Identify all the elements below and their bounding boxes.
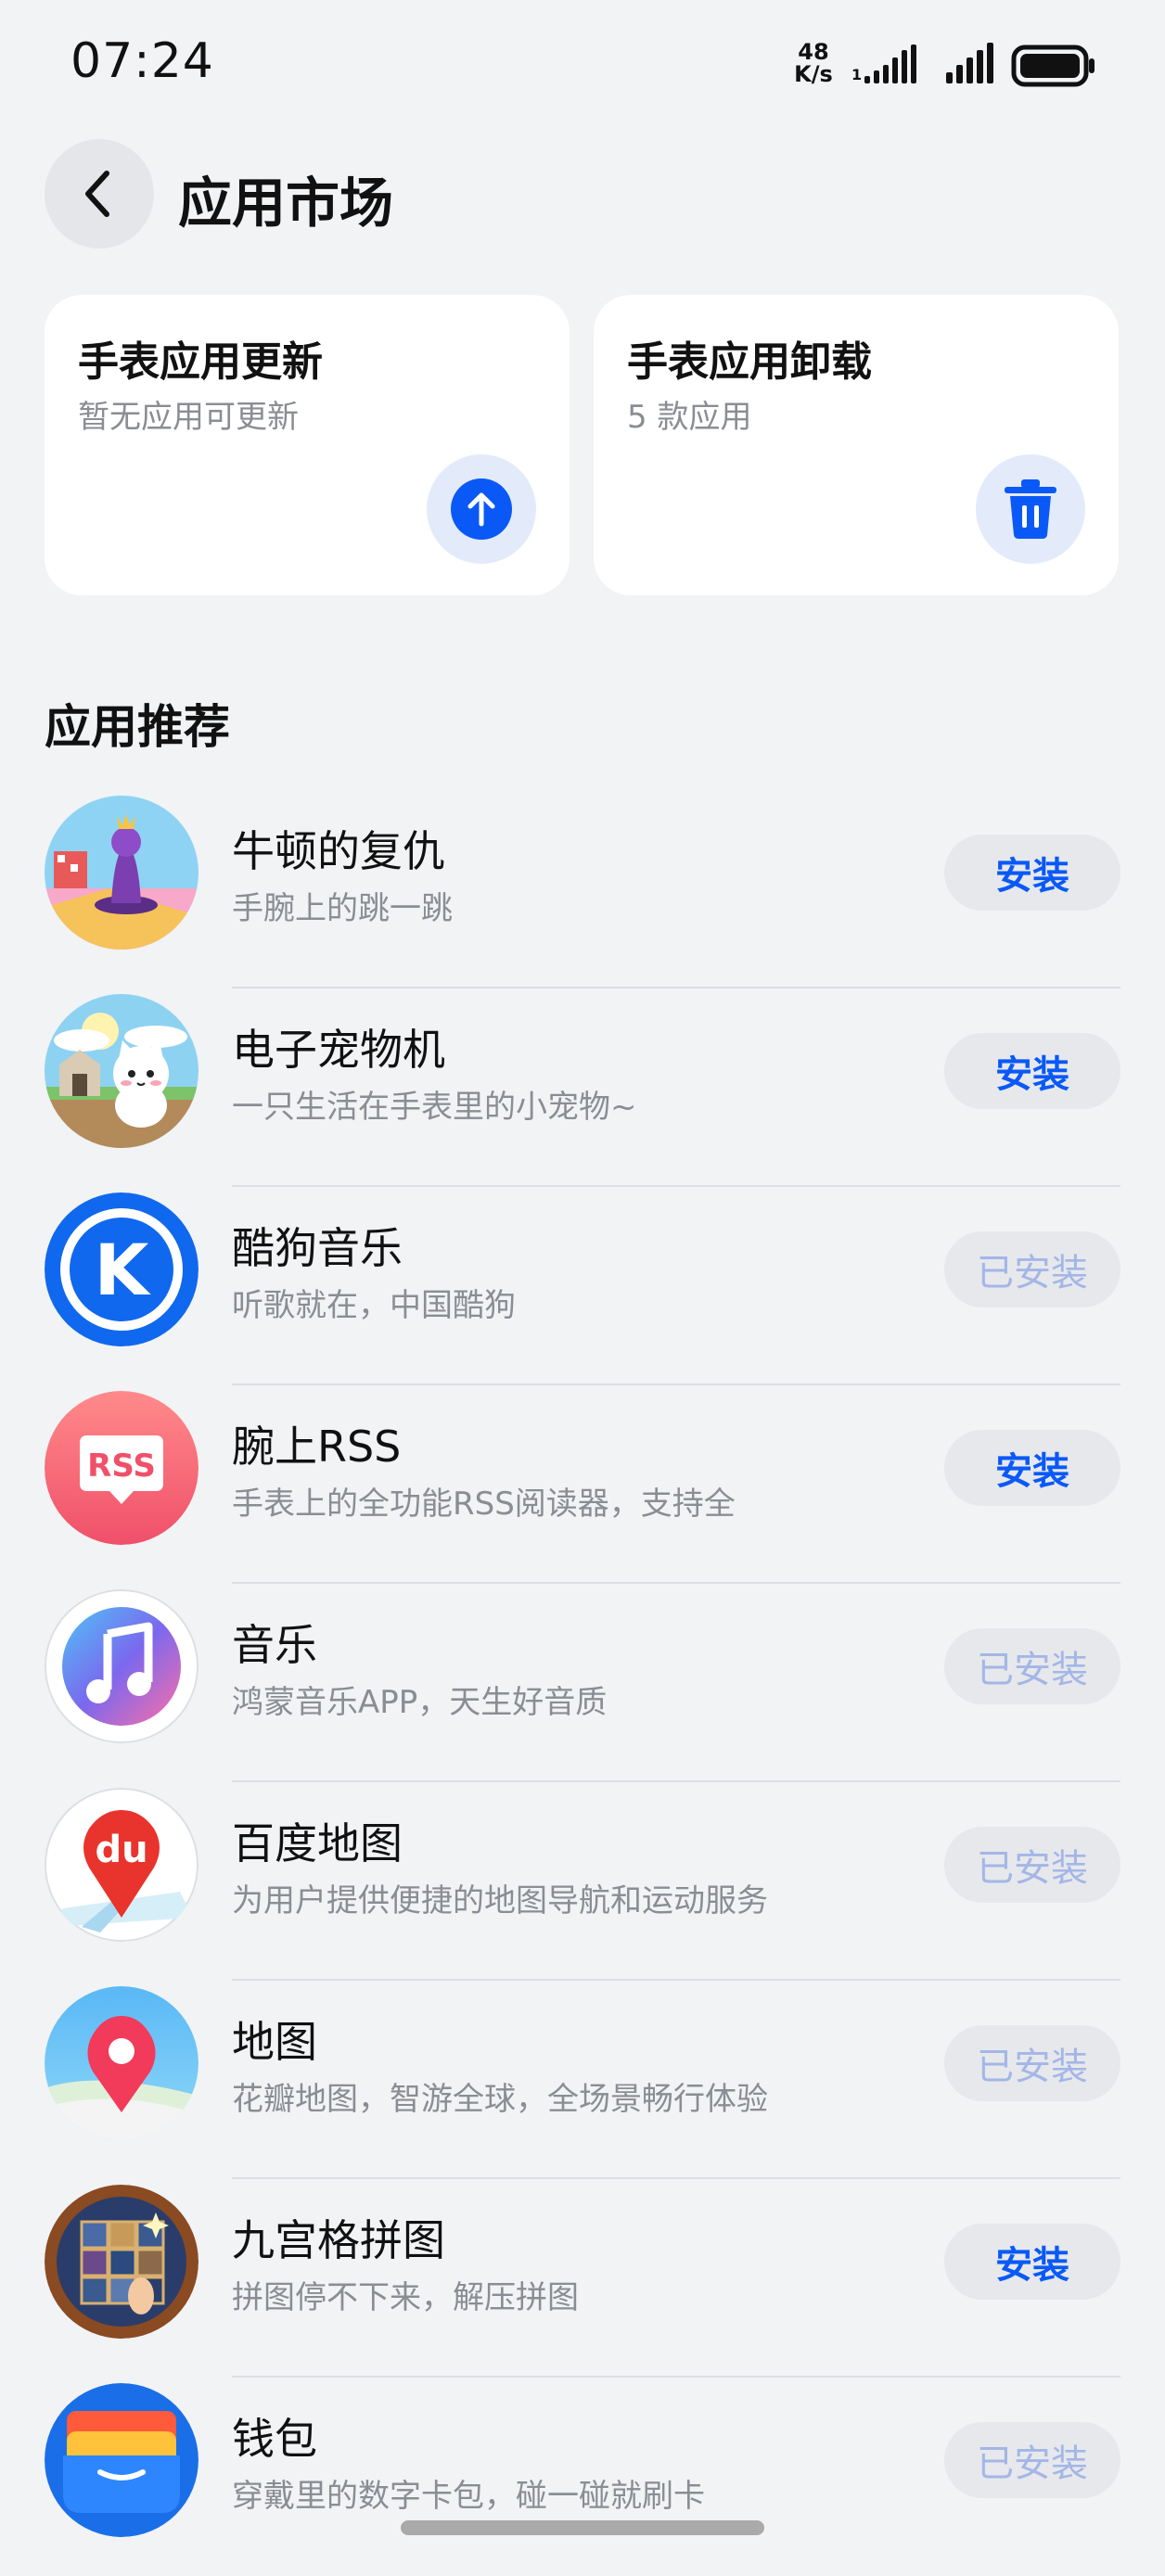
- uninstall-button[interactable]: [976, 454, 1085, 564]
- network-speed-value: 48: [798, 39, 829, 65]
- trash-icon: [1005, 479, 1056, 539]
- installed-button[interactable]: 已安装: [944, 2025, 1120, 2101]
- recommended-app-list: 牛顿的复仇 手腕上的跳一跳 安装 电子宠物机 一只生活在手表里的小宠物~ 安装 …: [0, 790, 1165, 2576]
- section-title-recommended: 应用推荐: [45, 700, 230, 754]
- page-title: 应用市场: [178, 172, 394, 235]
- list-item[interactable]: RSS 腕上RSS 手表上的全功能RSS阅读器，支持全 安装: [0, 1385, 1165, 1584]
- install-button[interactable]: 安装: [944, 1033, 1120, 1109]
- list-item[interactable]: K 酷狗音乐 听歌就在，中国酷狗 已安装: [0, 1187, 1165, 1385]
- map-pin-icon: [45, 1986, 198, 2140]
- baidu-map-icon: du: [45, 1788, 198, 1942]
- installed-button[interactable]: 已安装: [944, 1827, 1120, 1903]
- app-description: 听歌就在，中国酷狗: [232, 1287, 516, 1324]
- list-item[interactable]: 音乐 鸿蒙音乐APP，天生好音质 已安装: [0, 1584, 1165, 1782]
- app-name: 牛顿的复仇: [232, 826, 445, 876]
- app-name: 地图: [232, 2017, 317, 2067]
- list-item[interactable]: 牛顿的复仇 手腕上的跳一跳 安装: [0, 790, 1165, 988]
- home-indicator[interactable]: [401, 2520, 764, 2535]
- app-name: 九宫格拼图: [232, 2215, 445, 2265]
- app-name: 酷狗音乐: [232, 1223, 403, 1273]
- kugou-icon: K: [45, 1192, 198, 1346]
- uninstall-card-subtitle: 5 款应用: [627, 399, 752, 436]
- status-bar: 07:24 48 K/s 1: [0, 0, 1165, 130]
- app-description: 一只生活在手表里的小宠物~: [232, 1089, 637, 1126]
- app-name: 电子宠物机: [232, 1025, 445, 1075]
- installed-button[interactable]: 已安装: [944, 1628, 1120, 1704]
- update-card-subtitle: 暂无应用可更新: [78, 399, 299, 436]
- app-description: 手表上的全功能RSS阅读器，支持全: [232, 1486, 736, 1523]
- watch-app-update-card[interactable]: 手表应用更新 暂无应用可更新: [45, 295, 570, 595]
- update-button[interactable]: [427, 454, 536, 564]
- arrow-up-icon: [451, 478, 512, 540]
- rss-icon: RSS: [45, 1391, 198, 1545]
- list-item[interactable]: du 百度地图 为用户提供便捷的地图导航和运动服务 已安装: [0, 1782, 1165, 1981]
- list-item[interactable]: 地图 花瓣地图，智游全球，全场景畅行体验 已安装: [0, 1981, 1165, 2179]
- app-description: 为用户提供便捷的地图导航和运动服务: [232, 1882, 768, 1919]
- rss-text: RSS: [87, 1447, 156, 1485]
- chevron-left-icon: [85, 171, 109, 217]
- app-name: 百度地图: [232, 1818, 403, 1868]
- pet-cat-icon: [45, 994, 198, 1148]
- app-name: 钱包: [232, 2414, 317, 2464]
- installed-button[interactable]: 已安装: [944, 1231, 1120, 1307]
- puzzle-icon: [45, 2185, 198, 2339]
- kugou-letter: K: [95, 1229, 152, 1311]
- network-speed-unit: K/s: [794, 61, 833, 87]
- uninstall-card-title: 手表应用卸载: [627, 338, 872, 386]
- app-description: 鸿蒙音乐APP，天生好音质: [232, 1684, 608, 1721]
- app-description: 花瓣地图，智游全球，全场景畅行体验: [232, 2081, 768, 2118]
- wallet-icon: [45, 2383, 198, 2537]
- install-button[interactable]: 安装: [944, 2224, 1120, 2300]
- status-time: 07:24: [70, 33, 214, 89]
- app-name: 音乐: [232, 1620, 317, 1670]
- cellular-signal-2-icon: [946, 43, 993, 83]
- chess-game-icon: [45, 796, 198, 950]
- install-button[interactable]: 安装: [944, 835, 1120, 911]
- install-button[interactable]: 安装: [944, 1430, 1120, 1506]
- list-item[interactable]: 电子宠物机 一只生活在手表里的小宠物~ 安装: [0, 988, 1165, 1187]
- battery-icon: [1011, 45, 1095, 87]
- svg-text:1: 1: [851, 66, 862, 83]
- app-description: 拼图停不下来，解压拼图: [232, 2279, 579, 2316]
- app-name: 腕上RSS: [232, 1422, 402, 1472]
- list-item[interactable]: 九宫格拼图 拼图停不下来，解压拼图 安装: [0, 2179, 1165, 2378]
- watch-app-uninstall-card[interactable]: 手表应用卸载 5 款应用: [594, 295, 1119, 595]
- baidu-du-text: du: [95, 1829, 147, 1871]
- network-speed: 48 K/s: [790, 41, 837, 85]
- back-button[interactable]: [45, 139, 154, 249]
- app-description: 手腕上的跳一跳: [232, 890, 453, 927]
- update-card-title: 手表应用更新: [78, 338, 323, 386]
- app-description: 穿戴里的数字卡包，碰一碰就刷卡: [232, 2478, 705, 2515]
- cellular-signal-icon: 1: [851, 45, 916, 83]
- music-note-icon: [45, 1589, 198, 1743]
- installed-button[interactable]: 已安装: [944, 2422, 1120, 2498]
- list-item[interactable]: 钱包 穿戴里的数字卡包，碰一碰就刷卡 已安装: [0, 2378, 1165, 2576]
